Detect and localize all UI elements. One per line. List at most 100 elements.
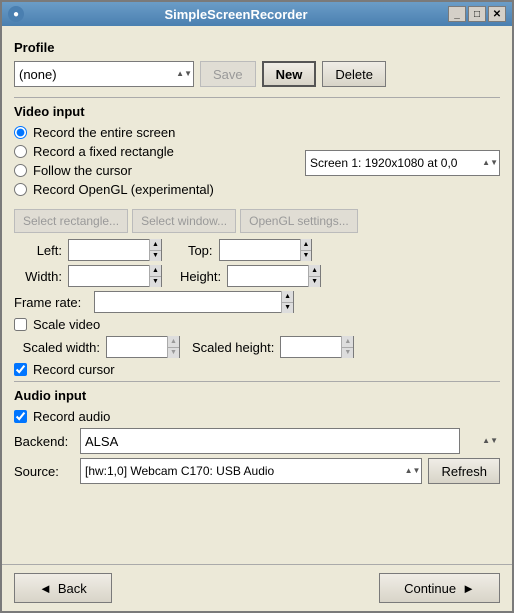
radio-row-1: Record the entire screen xyxy=(14,125,305,140)
scaled-height-spin-up: ▲ xyxy=(342,336,353,348)
scale-video-label: Scale video xyxy=(33,317,100,332)
divider2 xyxy=(14,381,500,382)
framerate-spin-up[interactable]: ▲ xyxy=(282,291,293,303)
screen-select-row: Record the entire screen Record a fixed … xyxy=(14,125,500,201)
screen-select[interactable]: Screen 1: 1920x1080 at 0,0 xyxy=(305,150,500,176)
top-spinners: ▲ ▼ xyxy=(300,239,312,261)
left-spin-up[interactable]: ▲ xyxy=(150,239,161,251)
continue-label: Continue xyxy=(404,581,456,596)
delete-button[interactable]: Delete xyxy=(322,61,386,87)
app-icon: ● xyxy=(8,6,24,22)
scaled-row: Scaled width: 1920 ▲ ▼ Scaled height: 10… xyxy=(14,336,500,358)
record-audio-checkbox[interactable] xyxy=(14,410,27,423)
framerate-row: Frame rate: 30 ▲ ▼ xyxy=(14,291,500,313)
scaled-width-wrapper: 1920 ▲ ▼ xyxy=(106,336,180,358)
framerate-label: Frame rate: xyxy=(14,295,94,310)
left-spinners: ▲ ▼ xyxy=(149,239,161,261)
width-height-row: Width: 1920 ▲ ▼ Height: 1080 ▲ ▼ xyxy=(14,265,500,287)
width-spinners: ▲ ▼ xyxy=(149,265,161,287)
scaled-height-spin-down: ▼ xyxy=(342,348,353,359)
left-top-row: Left: 0 ▲ ▼ Top: 0 ▲ ▼ xyxy=(14,239,500,261)
maximize-button[interactable]: □ xyxy=(468,6,486,22)
scaled-width-spin-up: ▲ xyxy=(168,336,179,348)
height-spin-up[interactable]: ▲ xyxy=(309,265,320,277)
minimize-button[interactable]: _ xyxy=(448,6,466,22)
top-spin-down[interactable]: ▼ xyxy=(301,251,312,262)
record-cursor-checkbox[interactable] xyxy=(14,363,27,376)
scale-video-checkbox[interactable] xyxy=(14,318,27,331)
backend-row: Backend: ALSA xyxy=(14,428,500,454)
select-window-button: Select window... xyxy=(132,209,236,233)
radio-row-4: Record OpenGL (experimental) xyxy=(14,182,305,197)
record-cursor-label: Record cursor xyxy=(33,362,115,377)
save-button: Save xyxy=(200,61,256,87)
radio-fixed-rectangle-label: Record a fixed rectangle xyxy=(33,144,174,159)
main-window: ● SimpleScreenRecorder _ □ ✕ Profile (no… xyxy=(0,0,514,613)
titlebar: ● SimpleScreenRecorder _ □ ✕ xyxy=(2,2,512,26)
back-button[interactable]: ◄ Back xyxy=(14,573,112,603)
top-spin-up[interactable]: ▲ xyxy=(301,239,312,251)
framerate-input[interactable]: 30 xyxy=(95,293,281,312)
new-button[interactable]: New xyxy=(262,61,317,87)
record-cursor-row: Record cursor xyxy=(14,362,500,377)
record-audio-label: Record audio xyxy=(33,409,110,424)
footer: ◄ Back Continue ► xyxy=(2,564,512,611)
record-audio-row: Record audio xyxy=(14,409,500,424)
width-spin-down[interactable]: ▼ xyxy=(150,277,161,288)
framerate-spin-down[interactable]: ▼ xyxy=(282,303,293,314)
radio-row-2: Record a fixed rectangle xyxy=(14,144,305,159)
height-label: Height: xyxy=(180,269,221,284)
scaled-height-label: Scaled height: xyxy=(192,340,274,355)
video-input-title: Video input xyxy=(14,104,500,119)
width-label: Width: xyxy=(14,269,62,284)
left-label: Left: xyxy=(14,243,62,258)
window-title: SimpleScreenRecorder xyxy=(24,7,448,22)
profile-select-wrapper: (none) xyxy=(14,61,194,87)
framerate-input-wrapper: 30 ▲ ▼ xyxy=(94,291,294,313)
scaled-width-input: 1920 xyxy=(107,338,167,357)
radio-follow-cursor[interactable] xyxy=(14,164,27,177)
radio-opengl[interactable] xyxy=(14,183,27,196)
height-spinners: ▲ ▼ xyxy=(308,265,320,287)
radio-fixed-rectangle[interactable] xyxy=(14,145,27,158)
height-spin-down[interactable]: ▼ xyxy=(309,277,320,288)
left-spin-down[interactable]: ▼ xyxy=(150,251,161,262)
source-label: Source: xyxy=(14,464,74,479)
audio-input-title: Audio input xyxy=(14,388,500,403)
select-rectangle-button: Select rectangle... xyxy=(14,209,128,233)
scaled-height-spinners: ▲ ▼ xyxy=(341,336,353,358)
refresh-button[interactable]: Refresh xyxy=(428,458,500,484)
profile-select[interactable]: (none) xyxy=(14,61,194,87)
radio-row-3: Follow the cursor xyxy=(14,163,305,178)
backend-select[interactable]: ALSA xyxy=(80,428,460,454)
width-input[interactable]: 1920 xyxy=(69,267,149,286)
scaled-width-label: Scaled width: xyxy=(14,340,100,355)
window-controls: _ □ ✕ xyxy=(448,6,506,22)
continue-button[interactable]: Continue ► xyxy=(379,573,500,603)
radio-group: Record the entire screen Record a fixed … xyxy=(14,125,305,201)
scaled-width-spinners: ▲ ▼ xyxy=(167,336,179,358)
left-input[interactable]: 0 xyxy=(69,241,149,260)
source-row: Source: [hw:1,0] Webcam C170: USB Audio … xyxy=(14,458,500,484)
width-spin-up[interactable]: ▲ xyxy=(150,265,161,277)
opengl-settings-button: OpenGL settings... xyxy=(240,209,358,233)
radio-entire-screen-label: Record the entire screen xyxy=(33,125,175,140)
backend-label: Backend: xyxy=(14,434,74,449)
radio-follow-cursor-label: Follow the cursor xyxy=(33,163,132,178)
framerate-spinners: ▲ ▼ xyxy=(281,291,293,313)
scaled-height-input: 1080 xyxy=(281,338,341,357)
source-select[interactable]: [hw:1,0] Webcam C170: USB Audio xyxy=(80,458,422,484)
scaled-height-wrapper: 1080 ▲ ▼ xyxy=(280,336,354,358)
radio-opengl-label: Record OpenGL (experimental) xyxy=(33,182,214,197)
screen-select-wrapper: Screen 1: 1920x1080 at 0,0 xyxy=(305,150,500,176)
rectangle-buttons-row: Select rectangle... Select window... Ope… xyxy=(14,209,500,233)
profile-section-title: Profile xyxy=(14,40,500,55)
height-input-wrapper: 1080 ▲ ▼ xyxy=(227,265,321,287)
radio-entire-screen[interactable] xyxy=(14,126,27,139)
top-input[interactable]: 0 xyxy=(220,241,300,260)
top-label: Top: xyxy=(188,243,213,258)
back-label: Back xyxy=(58,581,87,596)
back-icon: ◄ xyxy=(39,581,52,596)
height-input[interactable]: 1080 xyxy=(228,267,308,286)
close-button[interactable]: ✕ xyxy=(488,6,506,22)
